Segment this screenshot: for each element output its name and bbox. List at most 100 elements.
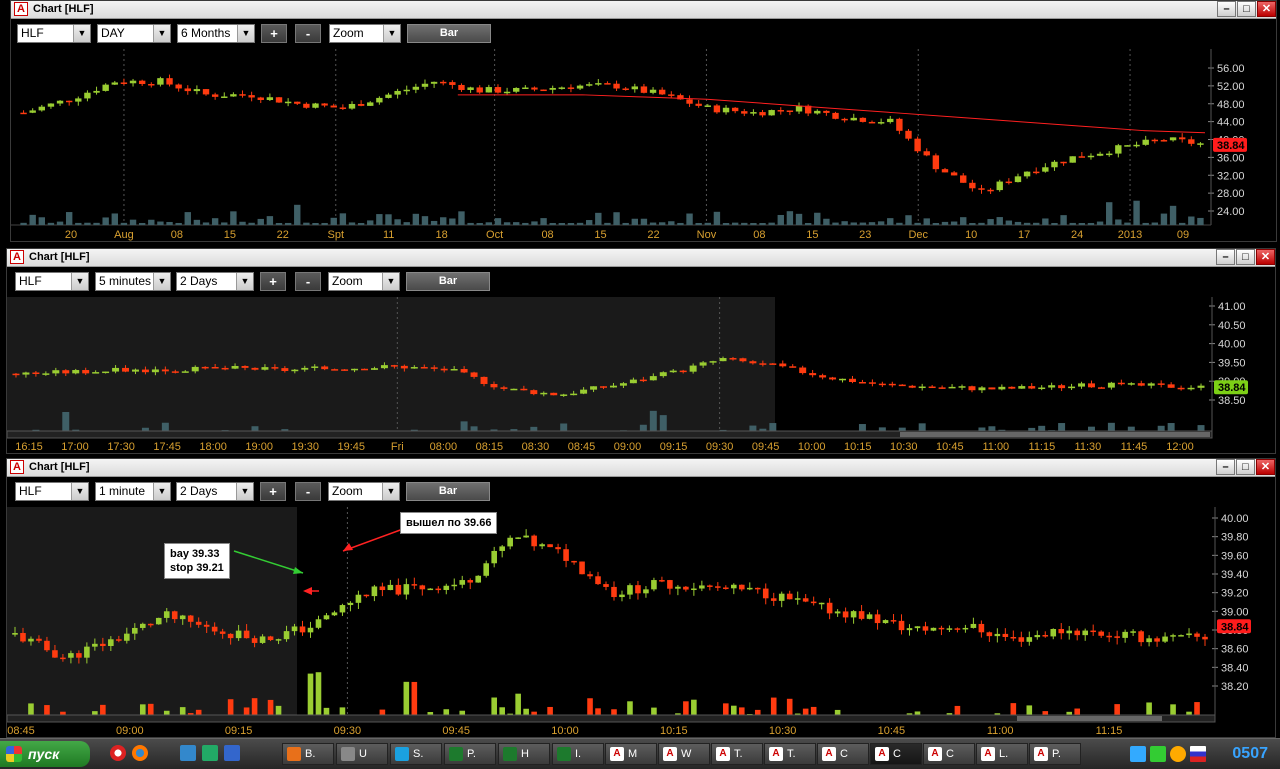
x-tick-label: 12:00 — [1166, 441, 1194, 453]
bar-type-button[interactable]: Bar — [406, 482, 490, 501]
candle-body — [390, 365, 398, 367]
taskbar-button[interactable]: A P. — [1029, 743, 1081, 765]
candle-body — [1187, 387, 1195, 390]
taskbar-button[interactable]: A T. — [711, 743, 763, 765]
close-button[interactable]: ✕ — [1256, 459, 1275, 475]
volume-bar — [29, 214, 36, 225]
opera-icon[interactable] — [110, 745, 126, 761]
taskbar-button[interactable]: H — [498, 743, 550, 765]
candle-body — [187, 615, 194, 622]
y-tick-label: 41.00 — [1218, 301, 1246, 313]
zoom-out-button[interactable]: - — [295, 482, 321, 501]
range-select[interactable]: 2 Days ▼ — [176, 272, 254, 291]
range-select[interactable]: 6 Months ▼ — [177, 24, 255, 43]
candle-body — [380, 365, 388, 369]
y-tick-label: 40.50 — [1218, 320, 1246, 332]
interval-select[interactable]: 1 minute ▼ — [95, 482, 171, 501]
taskbar-button[interactable]: AC — [923, 743, 975, 765]
window-titlebar[interactable]: A Chart [HLF] – □ ✕ — [11, 1, 1276, 19]
interval-select[interactable]: 5 minutes ▼ — [95, 272, 171, 291]
minimize-button[interactable]: – — [1216, 459, 1235, 475]
taskbar-button[interactable]: AM — [605, 743, 657, 765]
candle-body — [29, 110, 36, 113]
volume-bar — [184, 212, 191, 225]
network-icon[interactable] — [1130, 746, 1146, 762]
candle-body — [60, 657, 66, 660]
zoom-select[interactable]: Zoom ▼ — [329, 24, 401, 43]
candle-body — [510, 388, 518, 391]
candle-body — [906, 628, 913, 631]
candle-body — [1202, 636, 1208, 640]
language-flag-icon[interactable] — [1190, 746, 1206, 762]
minimize-button[interactable]: – — [1216, 249, 1235, 265]
start-button[interactable]: пуск — [0, 741, 90, 767]
chart-plot-daily[interactable]: 56.0052.0048.0044.0040.0036.0032.0028.00… — [11, 49, 1276, 241]
taskbar-button[interactable]: U — [336, 743, 388, 765]
candle-body — [882, 620, 889, 624]
window-titlebar[interactable]: A Chart [HLF] – □ ✕ — [7, 249, 1275, 267]
chart-plot-5min[interactable]: 41.0040.5040.0039.5039.0038.5016:1517:00… — [7, 297, 1275, 453]
desktop-icon[interactable] — [180, 745, 196, 761]
taskbar-button[interactable]: B. — [282, 743, 334, 765]
maximize-button[interactable]: □ — [1236, 249, 1255, 265]
close-button[interactable]: ✕ — [1256, 249, 1275, 265]
zoom-in-button[interactable]: + — [260, 272, 286, 291]
range-select[interactable]: 2 Days ▼ — [176, 482, 254, 501]
zoom-in-button[interactable]: + — [260, 482, 286, 501]
symbol-value: HLF — [19, 274, 42, 288]
zoom-select[interactable]: Zoom ▼ — [328, 272, 400, 291]
volume-icon[interactable] — [1170, 746, 1186, 762]
candle-body — [635, 585, 641, 594]
scrollbar-thumb — [900, 432, 1210, 437]
taskbar-button[interactable]: AC — [817, 743, 869, 765]
taskbar-button[interactable]: AC — [870, 743, 922, 765]
taskbar-button[interactable]: P. — [444, 743, 496, 765]
volume-bar — [339, 213, 347, 225]
candle-body — [922, 626, 929, 631]
maximize-button[interactable]: □ — [1236, 459, 1255, 475]
candle-body — [918, 386, 926, 389]
candle-body — [403, 584, 410, 595]
symbol-select[interactable]: HLF ▼ — [15, 482, 89, 501]
volume-bar — [896, 222, 903, 225]
x-tick-label: 08 — [541, 229, 553, 241]
taskbar-button[interactable]: I. — [552, 743, 604, 765]
candle-body — [858, 381, 866, 384]
bar-type-button[interactable]: Bar — [407, 24, 491, 43]
candle-body — [211, 626, 218, 632]
candle-body — [679, 370, 687, 373]
maximize-button[interactable]: □ — [1237, 1, 1256, 17]
candle-body — [814, 110, 821, 114]
minimize-button[interactable]: – — [1217, 1, 1236, 17]
taskbar-button[interactable]: A T. — [764, 743, 816, 765]
symbol-select[interactable]: HLF ▼ — [15, 272, 89, 291]
check-icon[interactable] — [1150, 746, 1166, 762]
candle-body — [1178, 635, 1184, 637]
zoom-select[interactable]: Zoom ▼ — [328, 482, 400, 501]
bar-type-button[interactable]: Bar — [406, 272, 490, 291]
chart-plot-1min[interactable]: 40.0039.8039.6039.4039.2039.0038.8038.60… — [7, 507, 1275, 737]
symbol-select[interactable]: HLF ▼ — [17, 24, 91, 43]
candle-body — [770, 598, 777, 601]
zoom-out-button[interactable]: - — [295, 24, 321, 43]
zoom-out-button[interactable]: - — [295, 272, 321, 291]
candle-body — [195, 621, 202, 625]
volume-bar — [1188, 216, 1195, 225]
taskbar-button[interactable]: S. — [390, 743, 442, 765]
range-value: 2 Days — [180, 484, 218, 498]
taskbar-button[interactable]: AW — [658, 743, 710, 765]
volume-bar — [786, 211, 794, 225]
excel-quick-icon[interactable] — [202, 745, 218, 761]
volume-bar — [741, 222, 748, 225]
volume-bar — [348, 222, 356, 225]
taskbar-button[interactable]: A L. — [976, 743, 1028, 765]
firefox-icon[interactable] — [132, 745, 148, 761]
save-icon[interactable] — [224, 745, 240, 761]
y-tick-label: 38.60 — [1221, 644, 1249, 656]
zoom-in-button[interactable]: + — [261, 24, 287, 43]
window-titlebar[interactable]: A Chart [HLF] – □ ✕ — [7, 459, 1275, 477]
close-button[interactable]: ✕ — [1257, 1, 1276, 17]
y-tick-label: 32.00 — [1217, 170, 1245, 182]
volume-bar — [193, 219, 201, 225]
interval-select[interactable]: DAY ▼ — [97, 24, 171, 43]
